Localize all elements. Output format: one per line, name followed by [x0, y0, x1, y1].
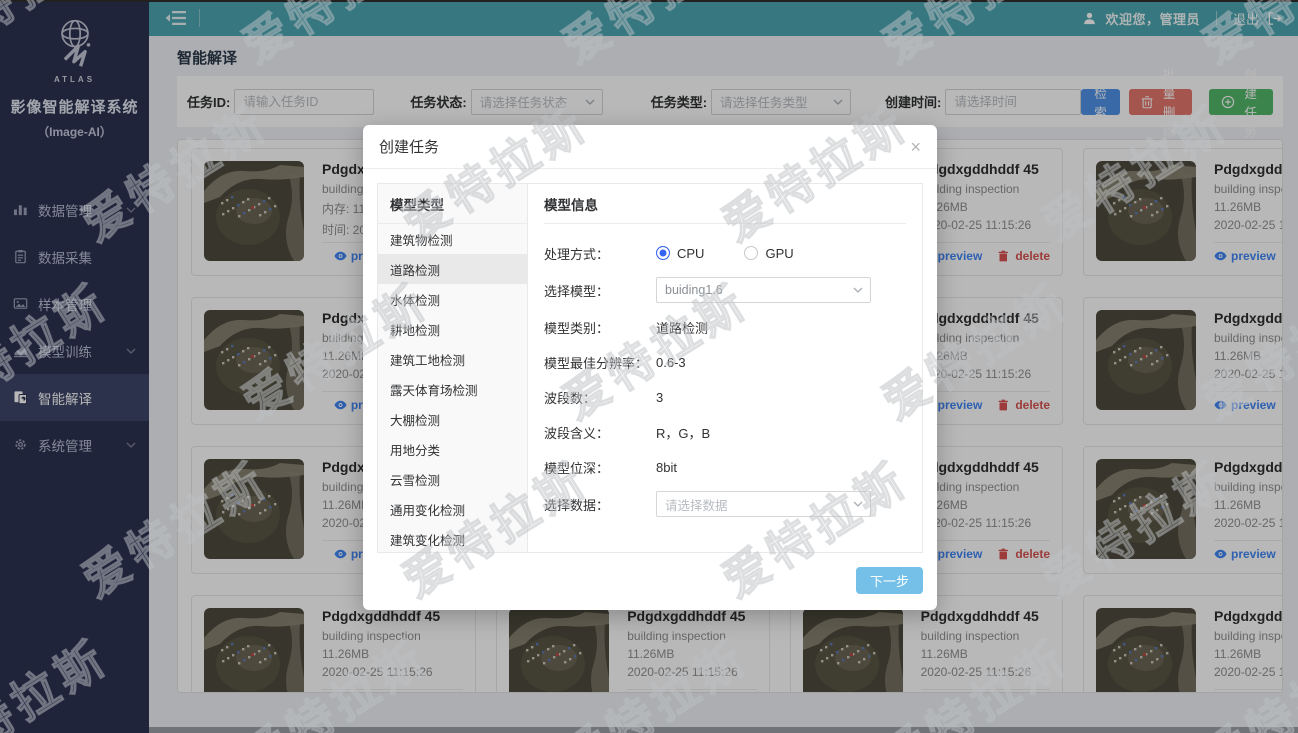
model-type-item-7[interactable]: 用地分类	[378, 434, 527, 464]
band-count-row: 波段数： 3	[544, 386, 906, 408]
modal-title: 创建任务	[379, 136, 439, 157]
create-task-modal: 创建任务 × 模型类型 建筑物检测道路检测水体检测耕地检测建筑工地检测露天体育场…	[363, 125, 937, 610]
model-type-item-0[interactable]: 建筑物检测	[378, 224, 527, 254]
model-type-item-2[interactable]: 水体检测	[378, 284, 527, 314]
model-category-label: 模型类别：	[544, 318, 656, 337]
select-data-dropdown[interactable]: 请选择数据	[656, 491, 871, 517]
model-type-item-4[interactable]: 建筑工地检测	[378, 344, 527, 374]
model-type-header: 模型类型	[378, 184, 527, 224]
gpu-radio[interactable]	[744, 246, 758, 260]
bit-depth-label: 模型位深：	[544, 458, 656, 477]
model-resolution-value: 0.6-3	[656, 355, 686, 370]
close-icon[interactable]: ×	[910, 138, 921, 156]
model-type-item-3[interactable]: 耕地检测	[378, 314, 527, 344]
modal-body: 模型类型 建筑物检测道路检测水体检测耕地检测建筑工地检测露天体育场检测大棚检测用…	[377, 183, 923, 553]
gpu-radio-label[interactable]: GPU	[765, 246, 793, 261]
band-count-label: 波段数：	[544, 388, 656, 407]
select-data-label: 选择数据：	[544, 495, 656, 514]
band-count-value: 3	[656, 390, 663, 405]
chevron-down-icon	[853, 287, 863, 293]
model-type-item-6[interactable]: 大棚检测	[378, 404, 527, 434]
model-resolution-row: 模型最佳分辨率： 0.6-3	[544, 351, 906, 373]
process-mode-label: 处理方式：	[544, 244, 656, 263]
bit-depth-row: 模型位深： 8bit	[544, 456, 906, 478]
model-info-panel: 模型信息 处理方式： CPU GPU 选择模型： buiding1.6	[528, 184, 922, 552]
model-info-header: 模型信息	[544, 184, 906, 224]
model-type-item-10[interactable]: 建筑变化检测	[378, 524, 527, 553]
bit-depth-value: 8bit	[656, 460, 677, 475]
model-category-value: 道路检测	[656, 318, 708, 337]
model-type-item-8[interactable]: 云雪检测	[378, 464, 527, 494]
model-type-item-1[interactable]: 道路检测	[378, 254, 527, 284]
select-data-row: 选择数据： 请选择数据	[544, 491, 906, 517]
process-mode-row: 处理方式： CPU GPU	[544, 242, 906, 264]
model-type-panel: 模型类型 建筑物检测道路检测水体检测耕地检测建筑工地检测露天体育场检测大棚检测用…	[378, 184, 528, 552]
chevron-down-icon	[853, 501, 863, 507]
model-resolution-label: 模型最佳分辨率：	[544, 353, 656, 372]
select-model-label: 选择模型：	[544, 281, 656, 300]
next-step-button[interactable]: 下一步	[856, 567, 923, 594]
band-meaning-value: R，G，B	[656, 423, 710, 442]
select-model-dropdown[interactable]: buiding1.6	[656, 277, 871, 303]
select-data-placeholder: 请选择数据	[665, 495, 728, 514]
model-category-row: 模型类别： 道路检测	[544, 316, 906, 338]
select-model-value: buiding1.6	[665, 283, 723, 297]
model-type-item-5[interactable]: 露天体育场检测	[378, 374, 527, 404]
cpu-radio-label[interactable]: CPU	[677, 246, 704, 261]
band-meaning-label: 波段含义：	[544, 423, 656, 442]
modal-header: 创建任务 ×	[363, 125, 937, 169]
band-meaning-row: 波段含义： R，G，B	[544, 421, 906, 443]
select-model-row: 选择模型： buiding1.6	[544, 277, 906, 303]
model-type-item-9[interactable]: 通用变化检测	[378, 494, 527, 524]
cpu-radio[interactable]	[656, 246, 670, 260]
